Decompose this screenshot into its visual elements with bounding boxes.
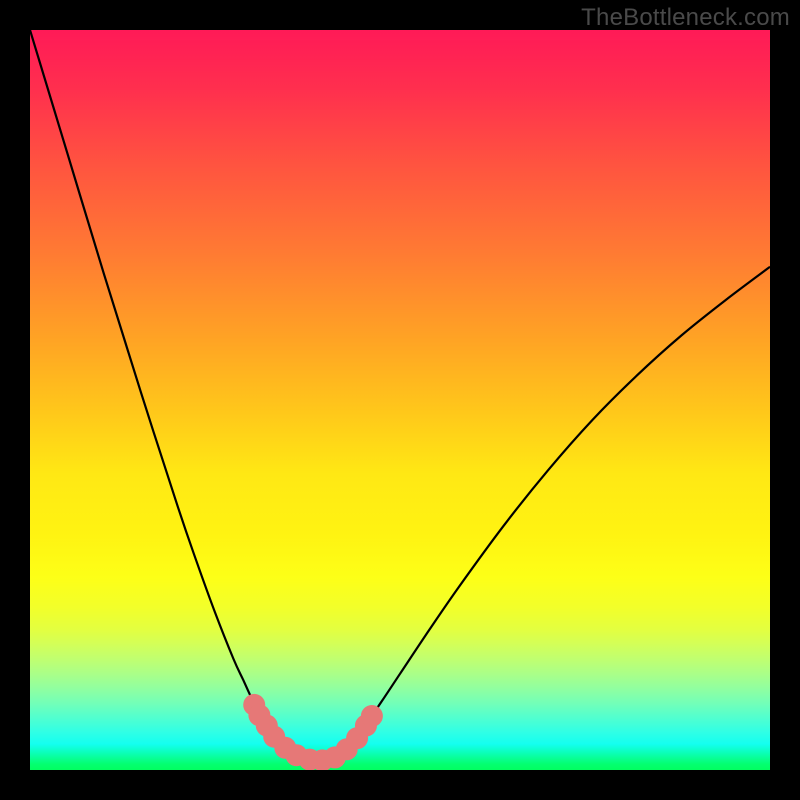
attribution-label: TheBottleneck.com (581, 4, 790, 32)
valley-marker (361, 705, 383, 727)
chart-frame: TheBottleneck.com (0, 0, 800, 800)
left-curve (30, 30, 319, 763)
plot-area (30, 30, 770, 770)
right-curve (319, 267, 770, 763)
valley-markers (243, 694, 383, 770)
curves-layer (30, 30, 770, 770)
